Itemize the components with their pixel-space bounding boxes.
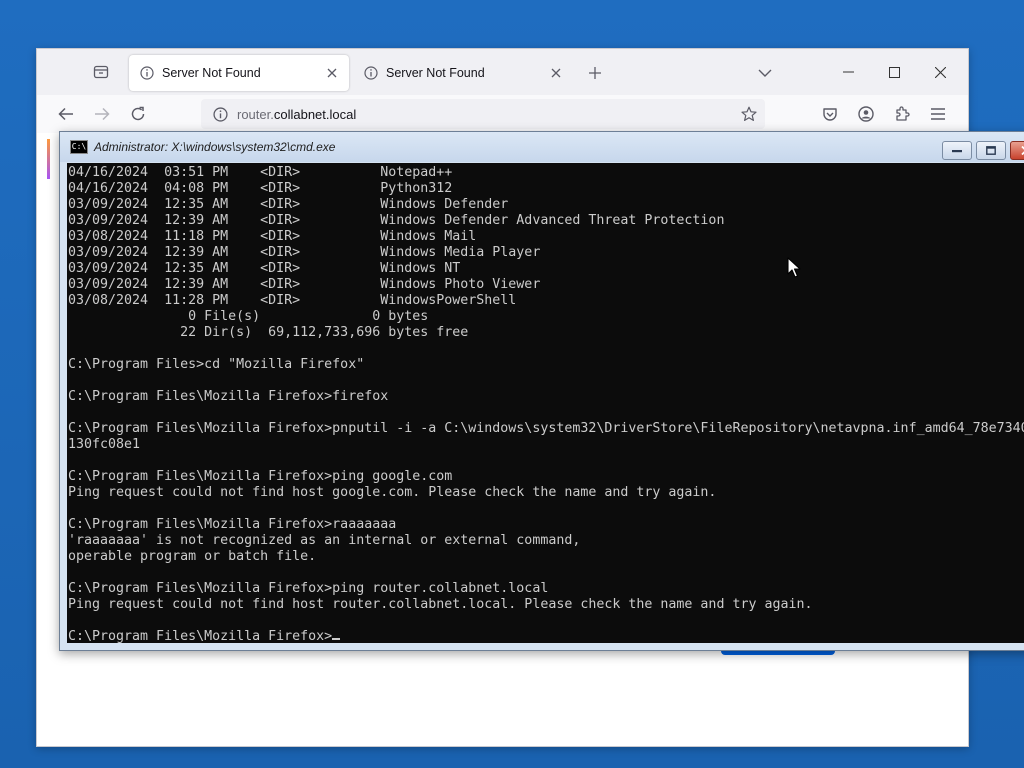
hamburger-menu-icon: [931, 108, 945, 120]
url-subdomain: router.: [237, 106, 274, 122]
console-line: C:\Program Files>cd "Mozilla Firefox": [68, 357, 365, 372]
cmd-close-button[interactable]: [1010, 141, 1024, 160]
console-line: C:\Program Files\Mozilla Firefox>raaaaaa…: [68, 517, 397, 532]
cmd-window-title: Administrator: X:\windows\system32\cmd.e…: [94, 140, 336, 154]
site-info-icon[interactable]: [211, 105, 229, 123]
tab-label: Server Not Found: [386, 66, 485, 80]
pocket-icon: [823, 107, 837, 121]
maximize-icon: [986, 146, 996, 155]
minimize-icon: [952, 149, 962, 152]
console-line: operable program or batch file.: [68, 549, 317, 564]
info-icon: [139, 66, 154, 81]
puzzle-piece-icon: [896, 106, 910, 121]
console-history: 04/16/2024 03:51 PM <DIR> Notepad++ 04/1…: [68, 165, 1024, 612]
url-domain: collabnet.local: [273, 106, 357, 122]
close-icon: [934, 66, 946, 78]
close-window-button[interactable]: [917, 59, 963, 85]
cmd-title-bar[interactable]: C:\ Administrator: X:\windows\system32\c…: [60, 132, 1024, 162]
minimize-icon: [842, 71, 854, 73]
console-line: 03/09/2024 12:35 AM <DIR> Windows NT: [68, 261, 461, 276]
tab-server-not-found-1[interactable]: Server Not Found: [129, 55, 349, 91]
address-bar[interactable]: router.collabnet.local: [201, 99, 765, 129]
forward-arrow-icon: [95, 107, 110, 121]
console-text: 04/16/2024 03:51 PM <DIR> Notepad++ 04/1…: [67, 163, 1024, 643]
plus-icon: [589, 67, 601, 79]
url-text[interactable]: router.collabnet.local: [237, 107, 356, 122]
back-arrow-icon: [58, 107, 73, 121]
cmd-icon: C:\: [70, 140, 88, 154]
list-all-tabs-button[interactable]: [755, 63, 775, 83]
account-button[interactable]: [853, 101, 879, 127]
tab-bar: Server Not Found Server Not Found: [37, 49, 968, 95]
pocket-button[interactable]: [817, 101, 843, 127]
minimize-button[interactable]: [825, 59, 871, 85]
tab-server-not-found-2[interactable]: Server Not Found: [353, 55, 573, 91]
console-line: 03/09/2024 12:39 AM <DIR> Windows Media …: [68, 245, 541, 260]
firefox-view-button[interactable]: [91, 63, 111, 81]
console-prompt: C:\Program Files\Mozilla Firefox>: [68, 629, 333, 643]
console-output-area[interactable]: 04/16/2024 03:51 PM <DIR> Notepad++ 04/1…: [67, 163, 1024, 643]
forward-button[interactable]: [89, 101, 115, 127]
chevron-down-icon: [758, 69, 772, 77]
back-button[interactable]: [53, 101, 79, 127]
console-line: 130fc08e1: [68, 437, 141, 452]
close-tab-icon[interactable]: [545, 62, 567, 84]
console-line: C:\Program Files\Mozilla Firefox>ping go…: [68, 469, 453, 484]
console-line: Ping request could not find host google.…: [68, 485, 717, 500]
console-line: 03/08/2024 11:18 PM <DIR> Windows Mail: [68, 229, 477, 244]
console-line: 03/09/2024 12:39 AM <DIR> Windows Photo …: [68, 277, 541, 292]
mouse-pointer-icon: [787, 257, 801, 278]
console-line: 'raaaaaaa' is not recognized as an inter…: [68, 533, 581, 548]
console-line: Ping request could not find host router.…: [68, 597, 813, 612]
bookmark-star-icon[interactable]: [739, 104, 759, 124]
reload-icon: [131, 106, 145, 121]
console-line: 0 File(s) 0 bytes: [188, 309, 429, 324]
new-tab-button[interactable]: [585, 63, 605, 83]
app-menu-button[interactable]: [925, 101, 951, 127]
console-line: C:\Program Files\Mozilla Firefox>firefox: [68, 389, 389, 404]
console-line: 22 Dir(s) 69,112,733,696 bytes free: [180, 325, 469, 340]
reload-button[interactable]: [125, 101, 151, 127]
cmd-minimize-button[interactable]: [942, 141, 972, 160]
console-line: 04/16/2024 03:51 PM <DIR> Notepad++: [68, 165, 453, 180]
tab-label: Server Not Found: [162, 66, 261, 80]
close-tab-icon[interactable]: [321, 62, 343, 84]
text-cursor: [332, 638, 341, 640]
console-line: C:\Program Files\Mozilla Firefox>ping ro…: [68, 581, 549, 596]
console-line: 03/09/2024 12:35 AM <DIR> Windows Defend…: [68, 197, 509, 212]
console-line: 03/09/2024 12:39 AM <DIR> Windows Defend…: [68, 213, 725, 228]
console-line: 03/08/2024 11:28 PM <DIR> WindowsPowerSh…: [68, 293, 517, 308]
account-icon: [858, 106, 874, 122]
console-line: C:\Program Files\Mozilla Firefox>pnputil…: [68, 421, 1024, 436]
maximize-icon: [888, 66, 900, 78]
console-line: 04/16/2024 04:08 PM <DIR> Python312: [68, 181, 453, 196]
info-icon: [363, 66, 378, 81]
cmd-window: C:\ Administrator: X:\windows\system32\c…: [59, 131, 1024, 651]
maximize-button[interactable]: [871, 59, 917, 85]
firefox-view-icon: [93, 65, 109, 79]
extensions-button[interactable]: [889, 101, 915, 127]
cmd-maximize-button[interactable]: [976, 141, 1006, 160]
navigation-toolbar: router.collabnet.local: [37, 95, 968, 133]
error-page-accent: [47, 139, 50, 179]
